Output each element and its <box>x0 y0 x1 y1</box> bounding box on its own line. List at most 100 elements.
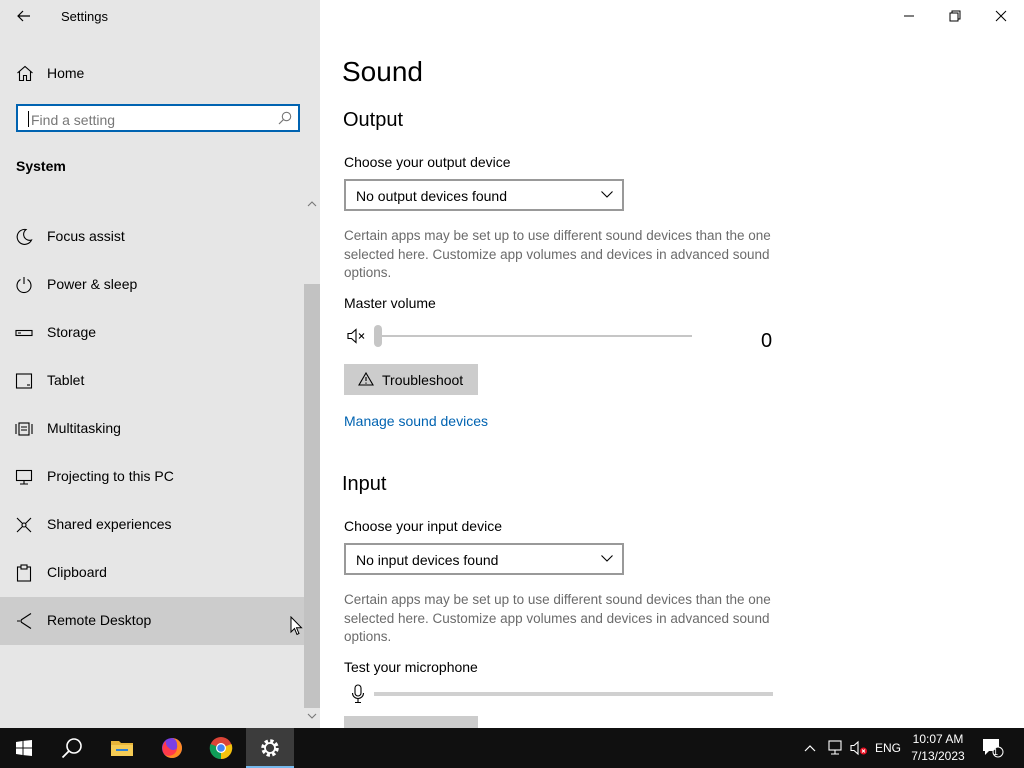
sidebar-item-storage[interactable]: Storage <box>0 309 304 357</box>
settings-icon <box>261 739 279 757</box>
home-label: Home <box>47 65 85 81</box>
file-explorer-icon <box>111 741 133 756</box>
main-content: Sound Output Choose your output device N… <box>320 0 1024 728</box>
search-box[interactable] <box>16 104 300 132</box>
notification-count: 1 <box>993 747 999 757</box>
sidebar-scrollbar-thumb[interactable] <box>304 284 320 708</box>
output-device-label: Choose your output device <box>344 154 511 170</box>
input-device-dropdown[interactable]: No input devices found <box>344 543 624 575</box>
home-icon <box>17 65 33 82</box>
sidebar-item-label: Clipboard <box>47 564 107 580</box>
sidebar-item-focus-assist[interactable]: Focus assist <box>0 213 304 261</box>
text-caret <box>28 111 29 127</box>
app-title: Settings <box>61 9 108 24</box>
sidebar-item-projecting[interactable]: Projecting to this PC <box>0 453 304 501</box>
sidebar-item-power-sleep[interactable]: Power & sleep <box>0 261 304 309</box>
sidebar-item-tablet[interactable]: Tablet <box>0 357 304 405</box>
close-icon <box>995 10 1007 22</box>
page-title: Sound <box>342 56 423 87</box>
firefox-icon <box>162 738 182 758</box>
volume-muted-icon <box>850 740 867 756</box>
sidebar-item-label: Multitasking <box>47 420 121 436</box>
test-microphone-label: Test your microphone <box>344 659 478 675</box>
taskbar-file-explorer[interactable] <box>98 728 146 768</box>
network-icon <box>828 740 842 755</box>
output-device-value: No output devices found <box>356 188 507 204</box>
search-icon[interactable] <box>278 111 292 125</box>
sidebar-item-shared-experiences[interactable]: Shared experiences <box>0 501 304 549</box>
storage-icon <box>15 329 33 337</box>
output-description: Certain apps may be set up to use differ… <box>344 228 771 280</box>
start-button[interactable] <box>0 728 48 768</box>
section-title: System <box>16 158 66 174</box>
chevron-up-icon <box>804 745 816 752</box>
mouse-cursor-icon <box>290 616 303 636</box>
back-button[interactable] <box>12 6 36 26</box>
taskbar-chrome[interactable] <box>197 728 245 768</box>
sidebar-item-remote-desktop[interactable]: Remote Desktop <box>0 597 304 645</box>
tablet-icon <box>15 373 33 389</box>
input-description: Certain apps may be set up to use differ… <box>344 592 771 644</box>
search-icon <box>61 738 82 759</box>
taskbar-settings[interactable] <box>246 728 294 768</box>
title-bar-left: Settings <box>0 0 320 32</box>
clock-date: 7/13/2023 <box>911 749 965 763</box>
action-center-button[interactable]: 1 <box>978 728 1008 768</box>
taskbar-firefox[interactable] <box>148 728 196 768</box>
chrome-icon <box>209 737 233 760</box>
chevron-down-icon <box>601 555 613 562</box>
shared-experiences-icon <box>16 517 32 533</box>
input-device-label: Choose your input device <box>344 518 502 534</box>
microphone-icon <box>351 684 365 704</box>
sidebar-item-label: Tablet <box>47 372 85 388</box>
back-arrow-icon <box>17 10 30 22</box>
sidebar-item-clipboard[interactable]: Clipboard <box>0 549 304 597</box>
input-heading: Input <box>342 473 387 495</box>
sidebar-item-label: Remote Desktop <box>47 612 152 628</box>
minimize-icon <box>904 15 914 17</box>
sidebar-item-label: Power & sleep <box>47 276 138 292</box>
taskbar-search-button[interactable] <box>48 728 96 768</box>
master-volume-slider-track[interactable] <box>374 335 692 337</box>
show-hidden-icons-button[interactable] <box>800 728 820 768</box>
multitasking-icon <box>15 422 33 436</box>
troubleshoot-button[interactable]: Troubleshoot <box>344 364 478 395</box>
manage-sound-devices-link[interactable]: Manage sound devices <box>344 413 488 429</box>
master-volume-value: 0 <box>761 330 773 352</box>
scroll-down-arrow-icon[interactable] <box>306 712 318 720</box>
sidebar-item-label: Storage <box>47 324 97 340</box>
search-input[interactable] <box>29 109 273 131</box>
master-volume-slider-thumb[interactable] <box>374 325 382 347</box>
clock[interactable]: 10:07 AM 7/13/2023 <box>903 731 973 765</box>
network-tray-button[interactable] <box>824 728 846 768</box>
taskbar: ENG 10:07 AM 7/13/2023 1 <box>0 728 1024 768</box>
sidebar-item-label: Shared experiences <box>47 516 172 532</box>
partially-visible-button[interactable] <box>344 716 478 728</box>
close-button[interactable] <box>978 0 1024 32</box>
minimize-button[interactable] <box>886 0 932 32</box>
output-device-dropdown[interactable]: No output devices found <box>344 179 624 211</box>
sidebar-item-multitasking[interactable]: Multitasking <box>0 405 304 453</box>
remote-desktop-icon <box>17 613 32 629</box>
restore-icon <box>949 10 961 22</box>
troubleshoot-label: Troubleshoot <box>382 372 464 388</box>
projecting-icon <box>15 469 33 485</box>
sidebar: Settings Home System Focus assist Power … <box>0 0 320 728</box>
sidebar-item-home[interactable]: Home <box>0 56 304 90</box>
microphone-level-bar <box>374 692 773 696</box>
chevron-down-icon <box>601 191 613 198</box>
clock-time: 10:07 AM <box>912 732 964 746</box>
volume-tray-button[interactable] <box>848 728 870 768</box>
restore-button[interactable] <box>932 0 978 32</box>
moon-icon <box>16 228 33 245</box>
output-heading: Output <box>343 109 404 131</box>
warning-icon <box>358 372 374 386</box>
master-volume-label: Master volume <box>344 295 436 311</box>
speaker-muted-icon[interactable] <box>347 328 367 344</box>
language-indicator[interactable]: ENG <box>872 728 904 768</box>
sidebar-item-label: Focus assist <box>47 228 125 244</box>
windows-start-icon <box>16 740 32 756</box>
input-device-value: No input devices found <box>356 552 499 568</box>
scroll-up-arrow-icon[interactable] <box>306 200 318 208</box>
clipboard-icon <box>16 564 32 582</box>
